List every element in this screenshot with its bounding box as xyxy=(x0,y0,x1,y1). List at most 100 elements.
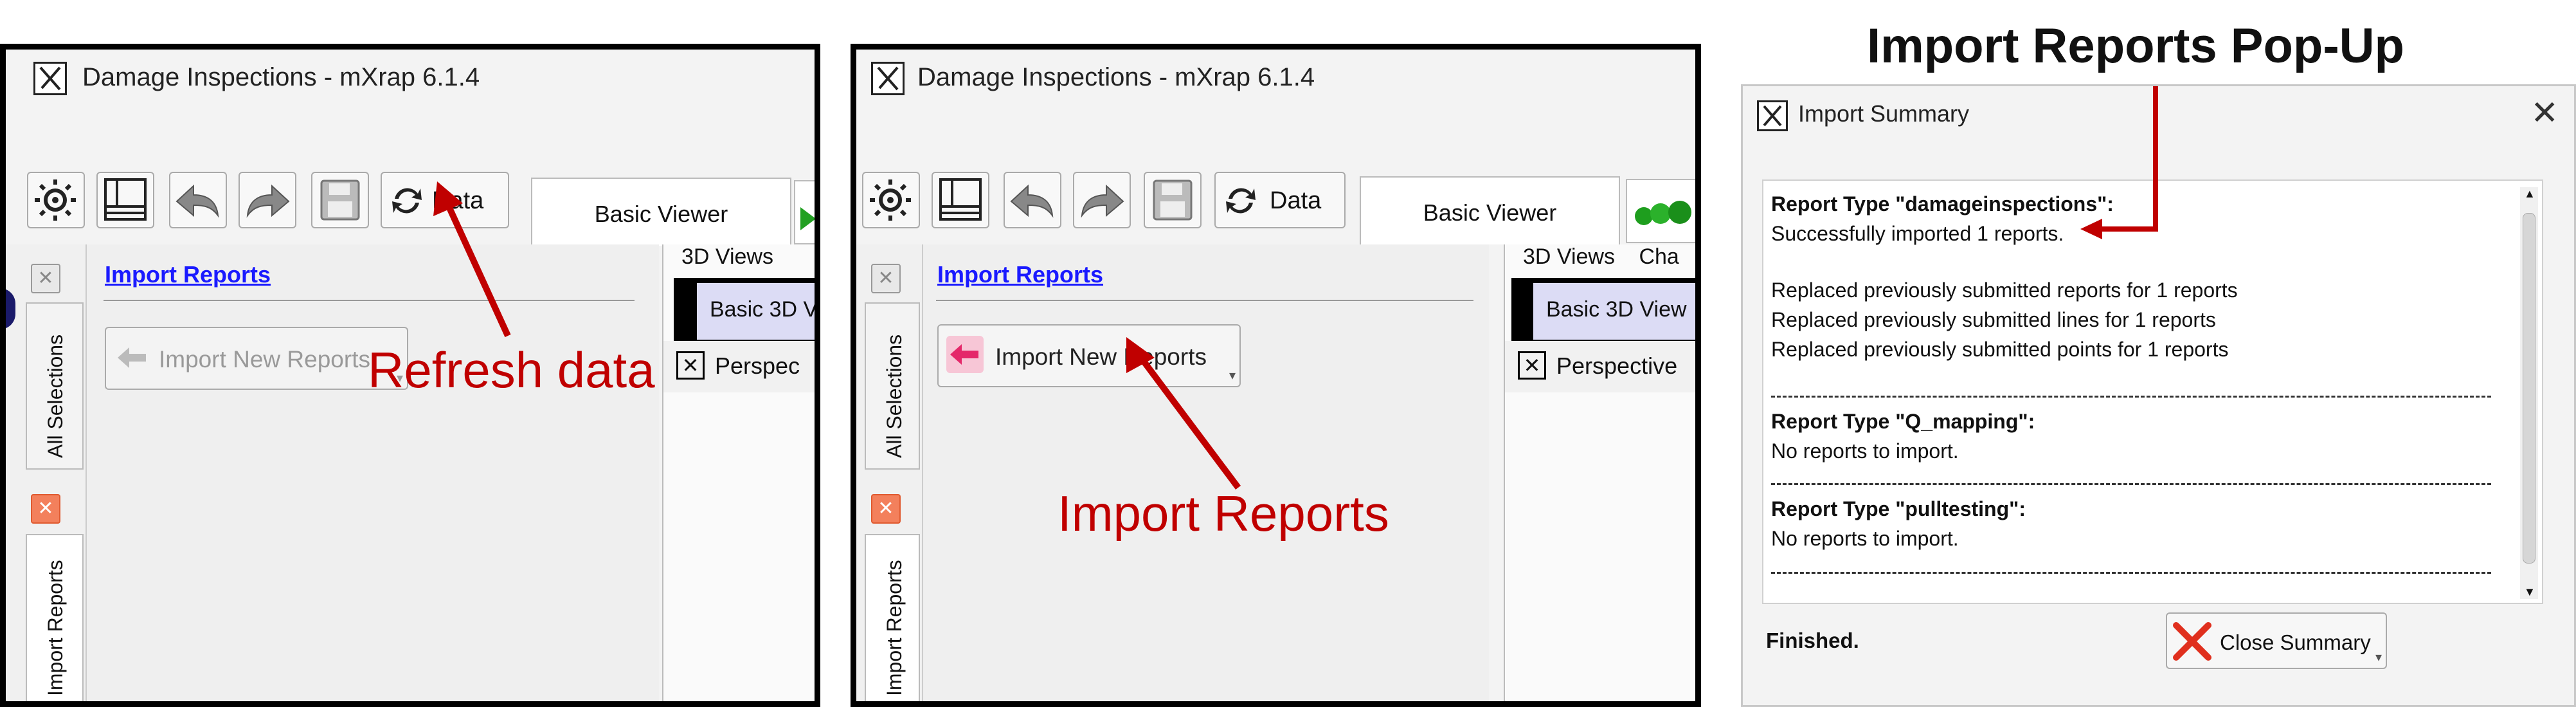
status-text: Finished. xyxy=(1766,629,1859,652)
annotation-refresh-data: Refresh data xyxy=(368,342,655,398)
close-all-selections-icon[interactable]: ✕ xyxy=(871,264,901,293)
refresh-icon xyxy=(392,188,422,214)
title-bar: Damage Inspections - mXrap 6.1.4 xyxy=(0,44,820,111)
separator xyxy=(104,300,635,301)
layout-icon xyxy=(104,178,147,221)
summary-line: Replaced previously submitted lines for … xyxy=(1771,308,2216,331)
close-summary-button[interactable]: Close Summary ▾ xyxy=(2166,612,2387,669)
undo-icon xyxy=(176,184,219,218)
green-balls-icon xyxy=(1635,201,1691,225)
refresh-data-button[interactable]: Data xyxy=(381,172,509,228)
redo-icon xyxy=(1081,184,1124,218)
layout-button[interactable] xyxy=(932,172,989,228)
summary-line: No reports to import. xyxy=(1771,527,1959,550)
vtab-import-reports[interactable]: Import Reports xyxy=(26,534,84,707)
views-tabs: 3D Views Cha xyxy=(1523,244,1679,270)
tab-basic-viewer[interactable]: Basic Viewer xyxy=(531,178,791,246)
app-window: Damage Inspections - mXrap 6.1.4 Data Ba… xyxy=(851,44,1701,707)
tab-basic-3d-view[interactable]: Basic 3D View xyxy=(1533,283,1700,340)
import-new-reports-button[interactable]: Import New Reports ▾ xyxy=(105,327,408,390)
close-icon[interactable]: ✕ xyxy=(2530,94,2559,133)
screenshot-panel-import: Damage Inspections - mXrap 6.1.4 Data Ba… xyxy=(851,44,1701,707)
section-header: Report Type "Q_mapping": xyxy=(1771,410,2035,433)
title-bar: Damage Inspections - mXrap 6.1.4 xyxy=(851,44,1701,111)
import-new-reports-label: Import New Reports xyxy=(159,346,370,372)
gear-icon xyxy=(35,179,76,221)
perspective-toolbar: ✕ Perspective xyxy=(1505,341,1701,392)
divider xyxy=(1771,396,2491,398)
close-x-icon xyxy=(2173,622,2211,661)
screenshot-panel-refresh: Damage Inspections - mXrap 6.1.4 Data Ba… xyxy=(0,44,820,707)
divider xyxy=(1771,483,2491,485)
tab-overflow[interactable] xyxy=(1626,179,1701,243)
import-summary-dialog: Import Summary ✕ Report Type "damageinsp… xyxy=(1741,84,2576,707)
layout-button[interactable] xyxy=(96,172,154,228)
arrow-left-icon xyxy=(946,336,984,373)
window-title: Damage Inspections - mXrap 6.1.4 xyxy=(917,63,1315,91)
vertical-scrollbar[interactable]: ▲ ▼ xyxy=(2520,187,2538,599)
vtab-all-selections-label: All Selections xyxy=(883,334,906,458)
close-import-reports-icon[interactable]: ✕ xyxy=(871,494,901,524)
vtab-import-reports-label: Import Reports xyxy=(44,560,67,696)
summary-line: Successfully imported 1 reports. xyxy=(1771,222,2064,245)
summary-line: Replaced previously submitted reports fo… xyxy=(1771,279,2238,302)
tab-charts[interactable]: Cha xyxy=(1639,244,1679,269)
scroll-thumb[interactable] xyxy=(2523,213,2535,564)
viewer-pane: 3D Views Cha Basic 3D View ✕ Perspective xyxy=(1504,244,1701,707)
perspective-label: Perspective xyxy=(1556,353,1678,379)
save-button[interactable] xyxy=(1144,172,1202,228)
vtab-all-selections-label: All Selections xyxy=(44,334,67,458)
tab-basic-viewer[interactable]: Basic Viewer xyxy=(1360,176,1620,244)
redo-button[interactable] xyxy=(1073,172,1131,228)
layout-icon xyxy=(939,178,982,221)
close-perspective-icon[interactable]: ✕ xyxy=(1518,351,1546,380)
section-header: Report Type "pulltesting": xyxy=(1771,497,2026,520)
dialog-logo-icon xyxy=(1757,100,1788,131)
vtab-all-selections[interactable]: All Selections xyxy=(26,302,84,470)
redo-button[interactable] xyxy=(239,172,296,228)
save-icon xyxy=(1153,179,1193,221)
mxrap-logo-icon xyxy=(33,62,67,95)
mxrap-logo-icon xyxy=(871,62,905,95)
scroll-down-icon[interactable]: ▼ xyxy=(2524,585,2535,599)
viewer-pane: 3D Views Basic 3D V ✕ Perspec xyxy=(662,244,820,707)
close-perspective-icon[interactable]: ✕ xyxy=(676,351,705,380)
tab-overflow[interactable] xyxy=(794,180,820,244)
settings-button[interactable] xyxy=(27,172,85,228)
tab-3d-views[interactable]: 3D Views xyxy=(1523,244,1615,269)
save-button[interactable] xyxy=(311,172,369,228)
vtab-all-selections[interactable]: All Selections xyxy=(865,302,920,470)
scroll-up-icon[interactable]: ▲ xyxy=(2524,187,2535,201)
dialog-title: Import Summary xyxy=(1798,100,1970,127)
import-reports-pane: Import Reports Import New Reports ▾ xyxy=(923,244,1489,707)
summary-text-area: Report Type "damageinspections": Success… xyxy=(1762,179,2543,604)
undo-button[interactable] xyxy=(169,172,227,228)
data-button-label: Data xyxy=(432,187,484,214)
import-reports-link[interactable]: Import Reports xyxy=(937,261,1103,288)
tab-basic-viewer-label: Basic Viewer xyxy=(594,201,728,227)
window-title: Damage Inspections - mXrap 6.1.4 xyxy=(82,63,480,91)
tab-3d-views[interactable]: 3D Views xyxy=(681,244,773,270)
summary-line: Replaced previously submitted points for… xyxy=(1771,338,2229,361)
import-new-reports-button[interactable]: Import New Reports ▾ xyxy=(937,324,1241,387)
import-reports-link[interactable]: Import Reports xyxy=(105,261,271,288)
import-reports-pane: Import Reports Import New Reports ▾ xyxy=(87,244,659,707)
settings-button[interactable] xyxy=(862,172,920,228)
tab-basic-3d-view[interactable]: Basic 3D V xyxy=(697,283,820,340)
undo-button[interactable] xyxy=(1004,172,1061,228)
dropdown-caret-icon: ▾ xyxy=(1229,369,1236,383)
annotation-import-reports: Import Reports xyxy=(1058,485,1389,542)
section-header: Report Type "damageinspections": xyxy=(1771,192,2114,216)
close-all-selections-icon[interactable]: ✕ xyxy=(31,264,60,293)
perspective-label: Perspec xyxy=(715,353,800,379)
perspective-toolbar: ✕ Perspec xyxy=(663,341,820,392)
vtab-import-reports[interactable]: Import Reports xyxy=(865,534,920,707)
tab-basic-viewer-label: Basic Viewer xyxy=(1423,199,1557,226)
save-icon xyxy=(320,179,360,221)
separator xyxy=(936,300,1473,301)
refresh-data-button[interactable]: Data xyxy=(1214,172,1346,228)
refresh-icon xyxy=(1226,188,1256,214)
close-import-reports-icon[interactable]: ✕ xyxy=(31,494,60,524)
dropdown-caret-icon: ▾ xyxy=(2375,650,2382,665)
redo-icon xyxy=(246,184,290,218)
